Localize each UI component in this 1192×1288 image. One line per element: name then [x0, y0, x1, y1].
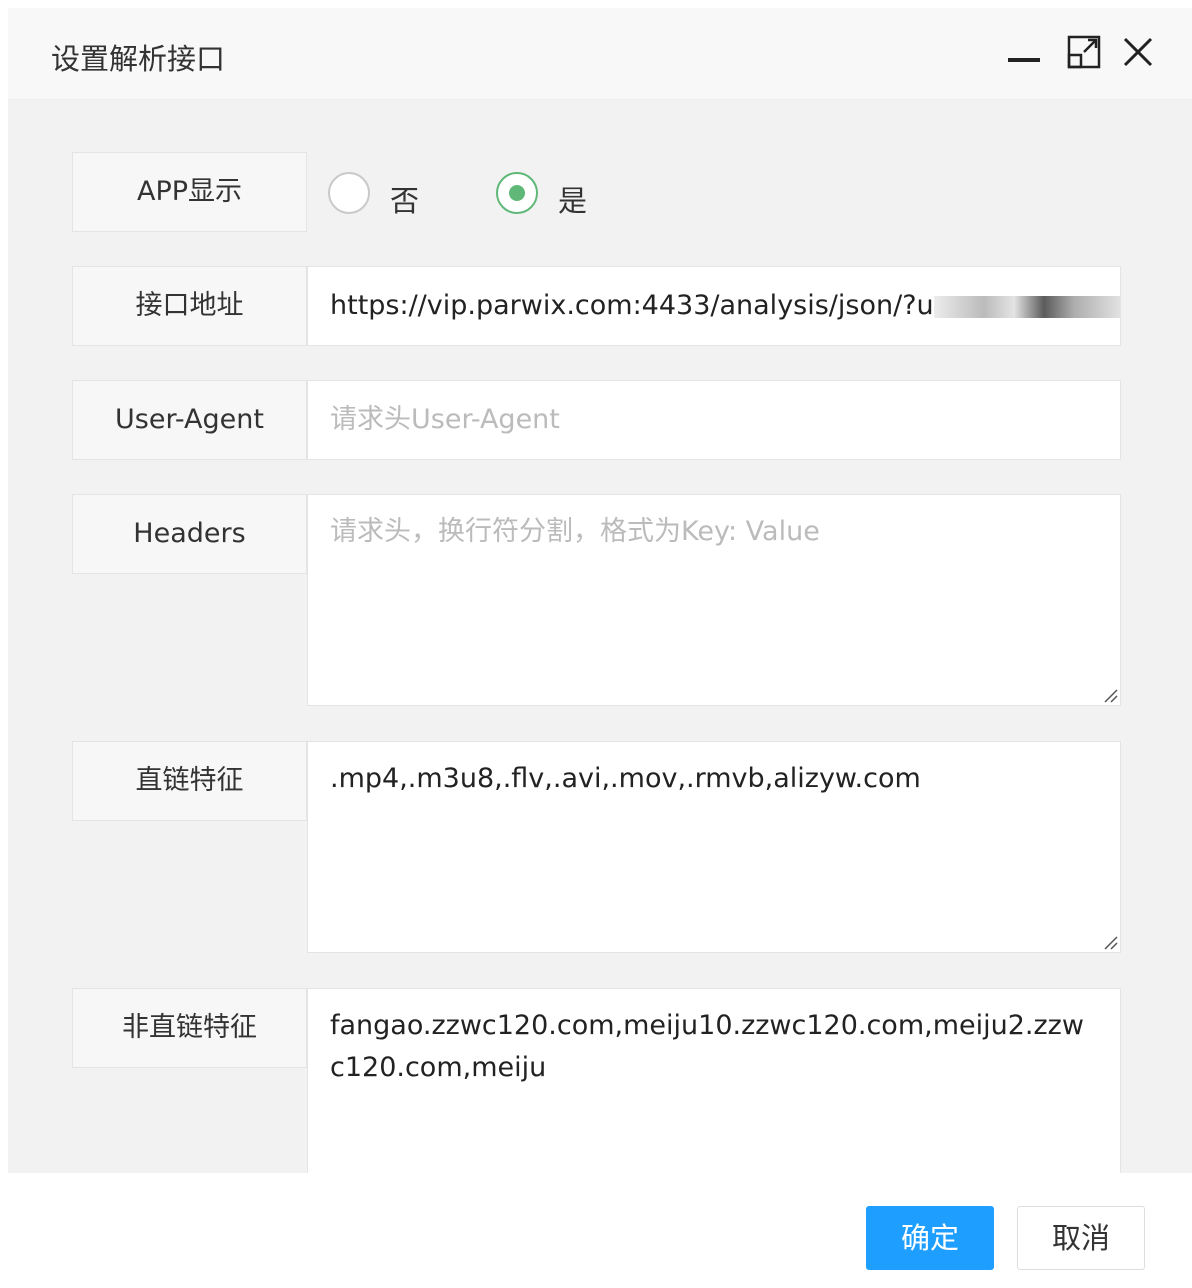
radio-yes-label[interactable]: 是 [558, 178, 587, 220]
radio-no-label[interactable]: 否 [390, 178, 419, 220]
dialog-titlebar[interactable]: 设置解析接口 [8, 8, 1192, 100]
cancel-button[interactable]: 取消 [1017, 1206, 1145, 1270]
close-icon[interactable] [1120, 34, 1156, 70]
non-direct-link-textarea[interactable]: fangao.zzwc120.com,meiju10.zzwc120.com,m… [307, 988, 1121, 1173]
confirm-button[interactable]: 确定 [866, 1206, 994, 1270]
dialog-footer: 确定 取消 [8, 1173, 1192, 1288]
redacted-text [933, 295, 1120, 318]
resize-handle-icon[interactable] [1102, 687, 1118, 703]
headers-textarea[interactable]: 请求头，换行符分割，格式为Key: Value [307, 494, 1121, 706]
radio-no[interactable] [328, 172, 370, 214]
user-agent-input[interactable]: 请求头User-Agent [307, 380, 1121, 460]
headers-label: Headers [72, 494, 307, 574]
minimize-icon[interactable] [1006, 34, 1042, 70]
non-direct-link-value: fangao.zzwc120.com,meiju10.zzwc120.com,m… [330, 1010, 1084, 1083]
api-url-value: https://vip.parwix.com:4433/analysis/jso… [330, 290, 934, 321]
radio-yes[interactable] [496, 172, 538, 214]
maximize-icon[interactable] [1066, 34, 1102, 70]
app-display-label: APP显示 [72, 152, 307, 232]
parse-interface-dialog: 设置解析接口 APP显示 否 是 接口地址 https://vip.parwix… [8, 8, 1192, 1288]
dialog-body: APP显示 否 是 接口地址 https://vip.parwix.com:44… [8, 100, 1192, 1173]
non-direct-link-label: 非直链特征 [72, 988, 307, 1068]
direct-link-value: .mp4,.m3u8,.flv,.avi,.mov,.rmvb,alizyw.c… [330, 763, 921, 794]
direct-link-label: 直链特征 [72, 741, 307, 821]
api-url-label: 接口地址 [72, 266, 307, 346]
user-agent-label: User-Agent [72, 380, 307, 460]
headers-placeholder: 请求头，换行符分割，格式为Key: Value [330, 516, 820, 547]
resize-handle-icon[interactable] [1102, 934, 1118, 950]
api-url-input[interactable]: https://vip.parwix.com:4433/analysis/jso… [307, 266, 1121, 346]
direct-link-textarea[interactable]: .mp4,.m3u8,.flv,.avi,.mov,.rmvb,alizyw.c… [307, 741, 1121, 953]
dialog-title: 设置解析接口 [51, 42, 226, 76]
